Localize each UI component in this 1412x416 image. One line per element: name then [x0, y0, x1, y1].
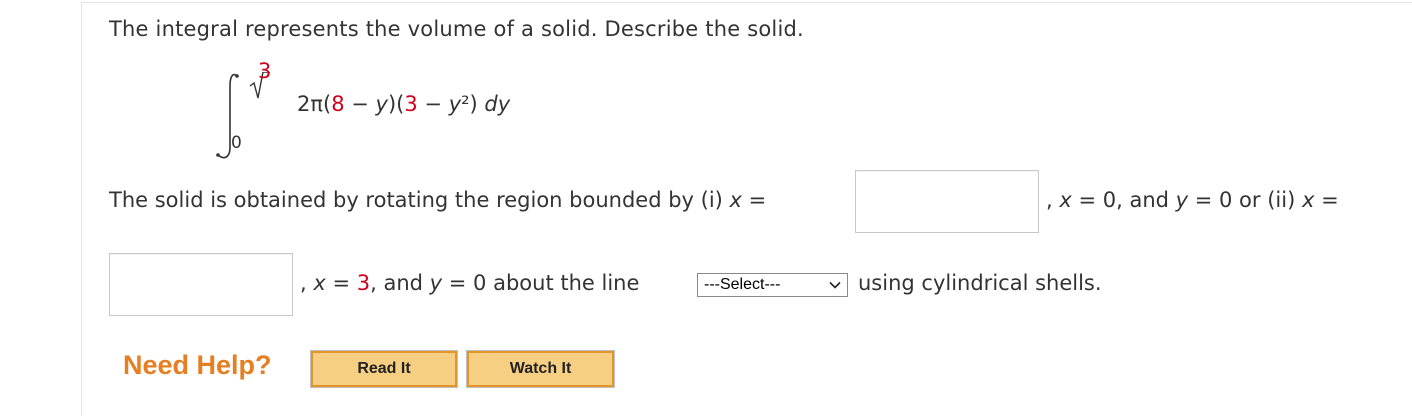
- integral-lower-limit: 0: [231, 133, 242, 153]
- statement-suffix: using cylindrical shells.: [858, 271, 1102, 295]
- need-help-label: Need Help?: [123, 350, 272, 380]
- select-value: ---Select---: [704, 276, 781, 293]
- answer-input-i[interactable]: [855, 170, 1039, 233]
- comma: ,: [300, 271, 314, 295]
- read-it-button[interactable]: Read It: [310, 350, 458, 388]
- x-eq-zero: = 0, and: [1071, 188, 1176, 212]
- axis-select[interactable]: ---Select---: [697, 273, 848, 297]
- integrand-token: 8: [331, 92, 345, 116]
- integrand-token: 3: [404, 92, 418, 116]
- integrand-token: )(: [387, 92, 405, 116]
- integrand-token: ²): [461, 92, 485, 116]
- var-x: x: [729, 188, 742, 212]
- var-x: x: [1059, 188, 1072, 212]
- comma: ,: [1046, 188, 1060, 212]
- chevron-down-icon: [829, 281, 841, 289]
- watch-it-button[interactable]: Watch It: [466, 350, 615, 388]
- statement-line-1-tail: , x = 0, and y = 0 or (ii) x =: [1046, 188, 1339, 212]
- equals: =: [325, 271, 357, 295]
- integrand-token: y: [448, 92, 462, 116]
- statement-line-1: The solid is obtained by rotating the re…: [109, 188, 766, 212]
- var-x: x: [1301, 188, 1315, 212]
- integrand-token: −: [417, 92, 449, 116]
- statement-line-2: , x = 3, and y = 0 about the line: [300, 271, 639, 295]
- question-text: The integral represents the volume of a …: [109, 17, 804, 41]
- var-x: x: [313, 271, 326, 295]
- integrand-token: 2π(: [297, 92, 332, 116]
- integrand-token: −: [344, 92, 376, 116]
- var-y: y: [429, 271, 443, 295]
- equals: =: [741, 188, 767, 212]
- statement-prefix: The solid is obtained by rotating the re…: [109, 188, 730, 212]
- left-divider: [81, 2, 82, 416]
- integral-upper-limit: 3: [258, 59, 271, 83]
- upper-radicand: 3: [258, 59, 272, 83]
- var-y: y: [1175, 188, 1189, 212]
- integrand-token: dy: [484, 92, 511, 116]
- equals: =: [1314, 188, 1339, 212]
- answer-input-ii[interactable]: [109, 253, 293, 316]
- integrand-token: y: [375, 92, 388, 116]
- and: , and: [370, 271, 430, 295]
- y-eq-zero-or: = 0 or (ii): [1188, 188, 1302, 212]
- top-divider: [82, 2, 1412, 3]
- about-line: = 0 about the line: [442, 271, 640, 295]
- integrand: 2π(8 − y)(3 − y²) dy: [297, 92, 510, 116]
- x-value: 3: [356, 271, 371, 295]
